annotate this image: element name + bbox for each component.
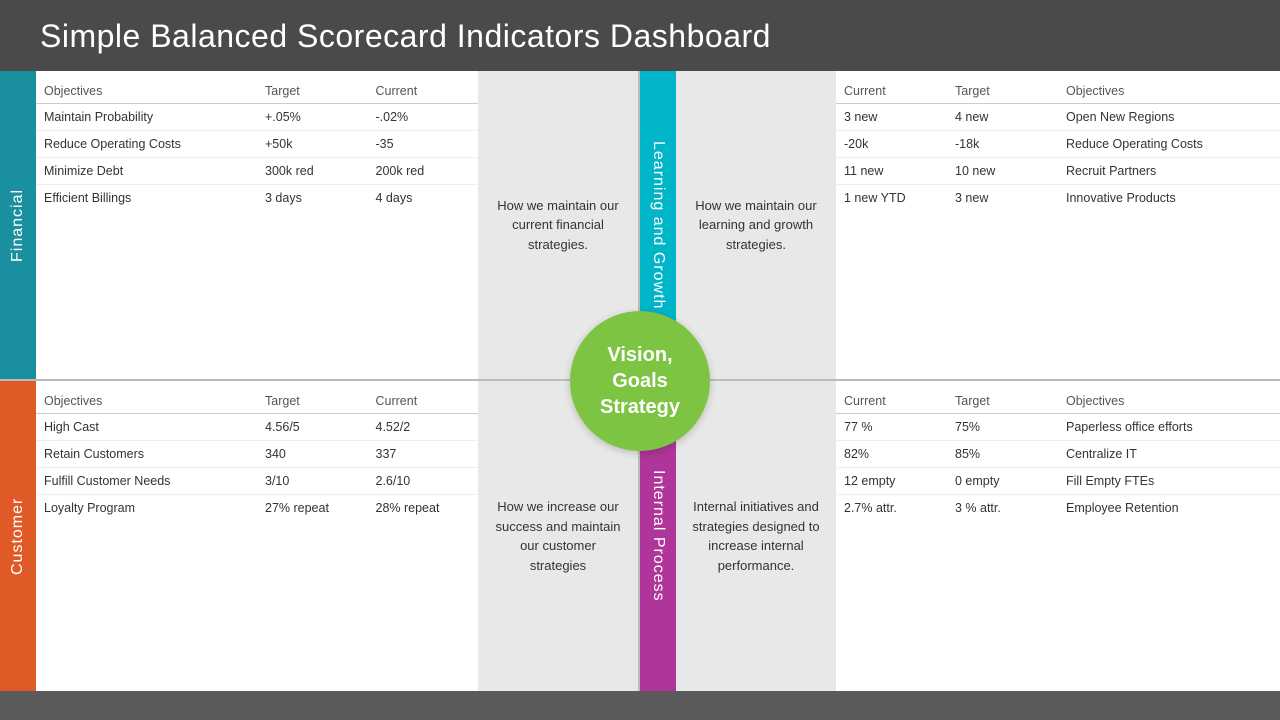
current-cell: 4 days: [368, 185, 479, 212]
table-row: -20k -18k Reduce Operating Costs: [836, 131, 1280, 158]
current-cell: 12 empty: [836, 468, 947, 495]
internal-table: Current Target Objectives 77 % 75% Paper…: [836, 389, 1280, 521]
int-col-current: Current: [836, 389, 947, 414]
current-cell: 28% repeat: [368, 495, 479, 522]
table-row: 2.7% attr. 3 % attr. Employee Retention: [836, 495, 1280, 522]
current-cell: 11 new: [836, 158, 947, 185]
lg-col-target: Target: [947, 79, 1058, 104]
target-cell: 3 days: [257, 185, 368, 212]
fin-col-current: Current: [368, 79, 479, 104]
lg-col-current: Current: [836, 79, 947, 104]
target-cell: +.05%: [257, 104, 368, 131]
table-row: 1 new YTD 3 new Innovative Products: [836, 185, 1280, 212]
financial-table-panel: Objectives Target Current Maintain Proba…: [36, 71, 478, 379]
current-cell: 4.52/2: [368, 414, 479, 441]
table-row: Efficient Billings 3 days 4 days: [36, 185, 478, 212]
cust-col-current: Current: [368, 389, 479, 414]
current-cell: 1 new YTD: [836, 185, 947, 212]
target-cell: 3 % attr.: [947, 495, 1058, 522]
table-row: Fulfill Customer Needs 3/10 2.6/10: [36, 468, 478, 495]
objective-cell: Open New Regions: [1058, 104, 1280, 131]
lg-col-objectives: Objectives: [1058, 79, 1280, 104]
table-row: Retain Customers 340 337: [36, 441, 478, 468]
title-text: Simple Balanced Scorecard Indicators Das…: [40, 18, 771, 54]
objective-cell: Fill Empty FTEs: [1058, 468, 1280, 495]
objective-cell: Employee Retention: [1058, 495, 1280, 522]
target-cell: 75%: [947, 414, 1058, 441]
current-cell: 77 %: [836, 414, 947, 441]
cust-col-target: Target: [257, 389, 368, 414]
table-row: High Cast 4.56/5 4.52/2: [36, 414, 478, 441]
target-cell: 4.56/5: [257, 414, 368, 441]
table-row: Reduce Operating Costs +50k -35: [36, 131, 478, 158]
target-cell: 3 new: [947, 185, 1058, 212]
internal-table-panel: Current Target Objectives 77 % 75% Paper…: [836, 381, 1280, 691]
financial-quadrant: Financial Objectives Target Current Main…: [0, 71, 640, 381]
table-row: Maintain Probability +.05% -.02%: [36, 104, 478, 131]
learning-quadrant: Learning and Growth Current Target Objec…: [640, 71, 1280, 381]
objective-cell: Recruit Partners: [1058, 158, 1280, 185]
center-circle: Vision, Goals Strategy: [570, 311, 710, 451]
target-cell: 340: [257, 441, 368, 468]
learning-table-panel: Current Target Objectives 3 new 4 new Op…: [836, 71, 1280, 379]
internal-desc: Internal initiatives and strategies desi…: [676, 381, 836, 691]
target-cell: 27% repeat: [257, 495, 368, 522]
table-row: 12 empty 0 empty Fill Empty FTEs: [836, 468, 1280, 495]
objective-cell: Fulfill Customer Needs: [36, 468, 257, 495]
current-cell: -.02%: [368, 104, 479, 131]
objective-cell: Maintain Probability: [36, 104, 257, 131]
financial-label: Financial: [0, 71, 36, 379]
fin-col-target: Target: [257, 79, 368, 104]
current-cell: 200k red: [368, 158, 479, 185]
table-row: Minimize Debt 300k red 200k red: [36, 158, 478, 185]
table-row: 11 new 10 new Recruit Partners: [836, 158, 1280, 185]
objective-cell: High Cast: [36, 414, 257, 441]
target-cell: 300k red: [257, 158, 368, 185]
learning-table: Current Target Objectives 3 new 4 new Op…: [836, 79, 1280, 211]
objective-cell: Retain Customers: [36, 441, 257, 468]
int-col-objectives: Objectives: [1058, 389, 1280, 414]
current-cell: 2.6/10: [368, 468, 479, 495]
target-cell: 10 new: [947, 158, 1058, 185]
center-line1: Vision,: [607, 344, 672, 366]
objective-cell: Centralize IT: [1058, 441, 1280, 468]
objective-cell: Minimize Debt: [36, 158, 257, 185]
objective-cell: Loyalty Program: [36, 495, 257, 522]
table-row: Loyalty Program 27% repeat 28% repeat: [36, 495, 478, 522]
target-cell: 0 empty: [947, 468, 1058, 495]
internal-quadrant: Internal Process Current Target Objectiv…: [640, 381, 1280, 691]
customer-label: Customer: [0, 381, 36, 691]
learning-desc: How we maintain our learning and growth …: [676, 71, 836, 379]
cust-col-objectives: Objectives: [36, 389, 257, 414]
page-title: Simple Balanced Scorecard Indicators Das…: [0, 0, 1280, 71]
current-cell: 3 new: [836, 104, 947, 131]
objective-cell: Efficient Billings: [36, 185, 257, 212]
dashboard: Financial Objectives Target Current Main…: [0, 71, 1280, 691]
center-line3: Strategy: [600, 396, 680, 418]
financial-table: Objectives Target Current Maintain Proba…: [36, 79, 478, 211]
current-cell: 82%: [836, 441, 947, 468]
target-cell: -18k: [947, 131, 1058, 158]
customer-quadrant: Customer Objectives Target Current High …: [0, 381, 640, 691]
current-cell: -35: [368, 131, 479, 158]
customer-table-panel: Objectives Target Current High Cast 4.56…: [36, 381, 478, 691]
table-row: 77 % 75% Paperless office efforts: [836, 414, 1280, 441]
objective-cell: Reduce Operating Costs: [1058, 131, 1280, 158]
current-cell: 337: [368, 441, 479, 468]
int-col-target: Target: [947, 389, 1058, 414]
objective-cell: Innovative Products: [1058, 185, 1280, 212]
objective-cell: Reduce Operating Costs: [36, 131, 257, 158]
table-row: 82% 85% Centralize IT: [836, 441, 1280, 468]
center-line2: Goals: [612, 370, 668, 392]
target-cell: 3/10: [257, 468, 368, 495]
objective-cell: Paperless office efforts: [1058, 414, 1280, 441]
current-cell: 2.7% attr.: [836, 495, 947, 522]
table-row: 3 new 4 new Open New Regions: [836, 104, 1280, 131]
current-cell: -20k: [836, 131, 947, 158]
target-cell: 85%: [947, 441, 1058, 468]
target-cell: 4 new: [947, 104, 1058, 131]
customer-table: Objectives Target Current High Cast 4.56…: [36, 389, 478, 521]
target-cell: +50k: [257, 131, 368, 158]
fin-col-objectives: Objectives: [36, 79, 257, 104]
